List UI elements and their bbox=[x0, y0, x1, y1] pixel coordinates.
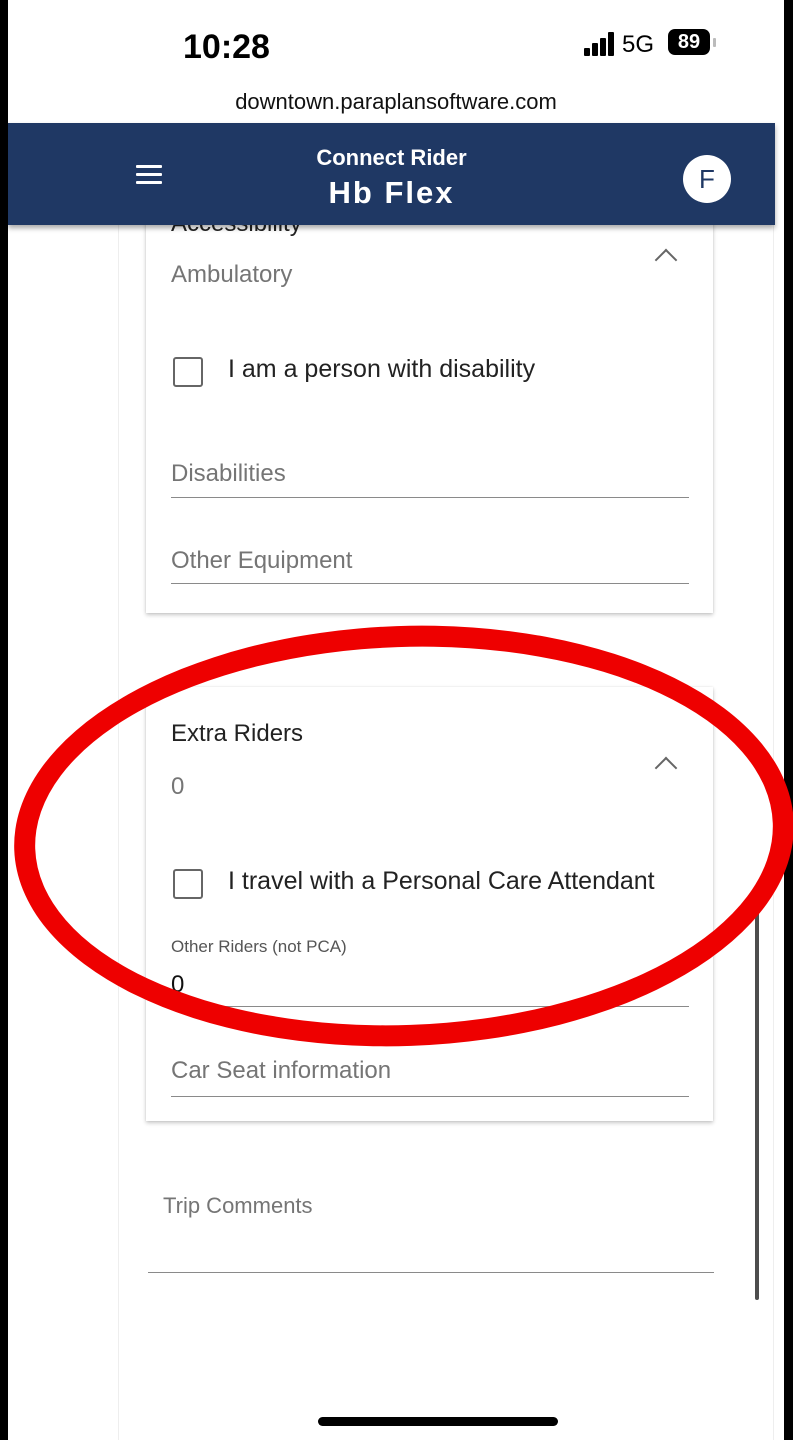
scrollbar[interactable] bbox=[755, 890, 759, 1300]
chevron-up-icon[interactable] bbox=[654, 248, 678, 272]
trip-comments-label: Trip Comments bbox=[163, 1193, 313, 1218]
other-riders-field[interactable]: Other Riders (not PCA) 0 bbox=[171, 937, 689, 1007]
car-seat-field[interactable]: Car Seat information bbox=[171, 1032, 689, 1097]
other-riders-label: Other Riders (not PCA) bbox=[171, 937, 347, 956]
disability-checkbox-label: I am a person with disability bbox=[228, 355, 536, 383]
other-riders-value: 0 bbox=[171, 971, 185, 998]
app-subtitle: Connect Rider bbox=[316, 145, 467, 170]
content-edge-left bbox=[118, 225, 119, 1440]
other-riders-underline bbox=[171, 1006, 689, 1007]
cellular-signal-icon bbox=[584, 32, 616, 56]
extra-riders-card: Extra Riders 0 I travel with a Personal … bbox=[146, 687, 713, 1121]
extra-riders-title: Extra Riders bbox=[171, 720, 304, 747]
other-equipment-field[interactable]: Other Equipment bbox=[171, 527, 689, 587]
page-content[interactable]: Accessibility Ambulatory I am a person w… bbox=[8, 225, 784, 1440]
battery-icon: 89 bbox=[668, 29, 710, 55]
device-frame-right bbox=[784, 0, 793, 1440]
content-edge-right bbox=[773, 225, 774, 1440]
disabilities-underline bbox=[171, 497, 689, 498]
other-equipment-underline bbox=[171, 583, 689, 584]
status-bar: 10:28 5G 89 bbox=[8, 0, 784, 85]
accessibility-title: Accessibility bbox=[171, 225, 302, 238]
app-title: Hb Flex bbox=[328, 175, 455, 210]
car-seat-underline bbox=[171, 1096, 689, 1097]
battery-cap bbox=[713, 38, 716, 47]
chevron-up-icon[interactable] bbox=[654, 756, 678, 780]
status-time: 10:28 bbox=[183, 28, 270, 66]
network-type: 5G bbox=[622, 31, 655, 58]
app-bar: Connect Rider Hb Flex F bbox=[8, 123, 775, 225]
pca-checkbox[interactable] bbox=[173, 869, 203, 899]
other-equipment-placeholder: Other Equipment bbox=[171, 547, 353, 574]
disabilities-placeholder: Disabilities bbox=[171, 460, 286, 487]
pca-checkbox-label: I travel with a Personal Care Attendant bbox=[228, 867, 655, 895]
disability-checkbox[interactable] bbox=[173, 357, 203, 387]
disabilities-field[interactable]: Disabilities bbox=[171, 440, 689, 500]
accessibility-value: Ambulatory bbox=[171, 261, 293, 288]
accessibility-card: Accessibility Ambulatory I am a person w… bbox=[146, 225, 713, 613]
extra-riders-value: 0 bbox=[171, 773, 185, 800]
device-frame-left bbox=[0, 0, 8, 1440]
home-indicator bbox=[318, 1417, 558, 1426]
trip-comments-underline bbox=[148, 1272, 714, 1273]
browser-url-bar[interactable]: downtown.paraplansoftware.com bbox=[8, 85, 784, 123]
car-seat-placeholder: Car Seat information bbox=[171, 1057, 392, 1084]
url-text: downtown.paraplansoftware.com bbox=[235, 89, 557, 114]
avatar[interactable]: F bbox=[683, 155, 731, 203]
